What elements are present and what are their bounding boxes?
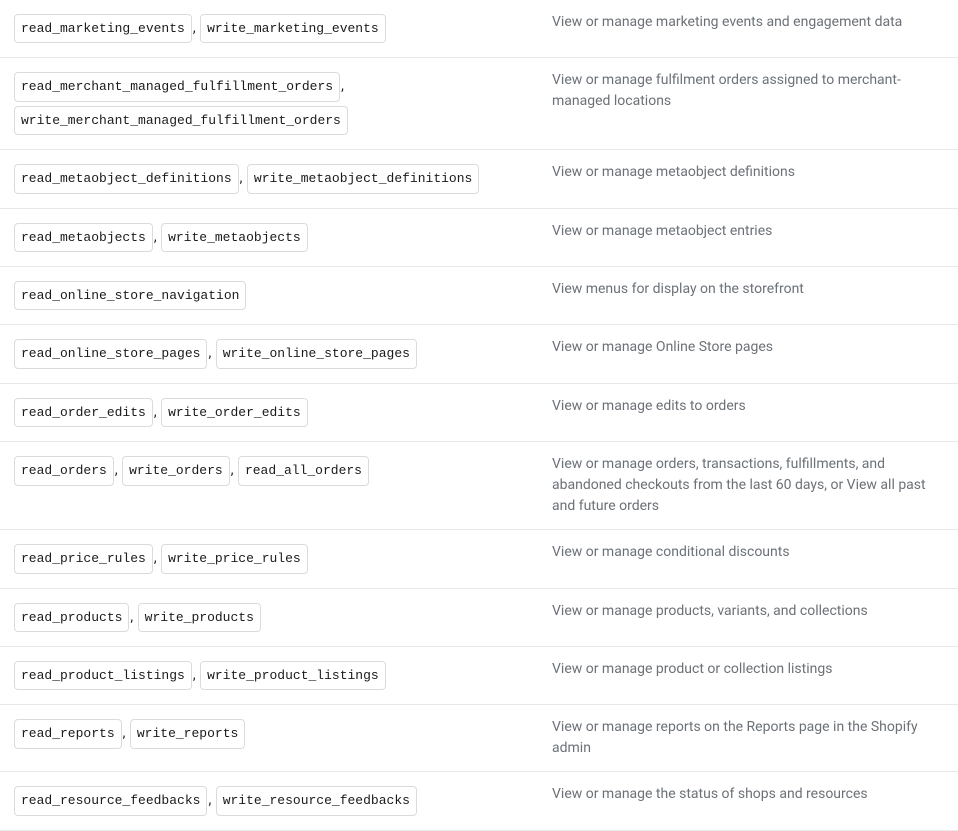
scope-tag: read_metaobjects: [14, 223, 153, 252]
separator: ,: [115, 462, 118, 478]
description-cell: View or manage product or collection lis…: [538, 646, 958, 704]
scopes-table: read_marketing_events, write_marketing_e…: [0, 0, 958, 831]
separator: ,: [231, 462, 234, 478]
scope-tag: write_product_listings: [200, 661, 386, 690]
separator: ,: [193, 667, 196, 683]
separator: ,: [240, 170, 243, 186]
table-row: read_merchant_managed_fulfillment_orders…: [0, 58, 958, 150]
scope-tag: write_order_edits: [161, 398, 308, 427]
scope-tag: read_resource_feedbacks: [14, 786, 207, 815]
scope-tag: read_metaobject_definitions: [14, 164, 239, 193]
description-cell: View or manage products, variants, and c…: [538, 588, 958, 646]
scope-tag: write_products: [138, 603, 261, 632]
description-cell: View or manage conditional discounts: [538, 530, 958, 588]
description-cell: View or manage reports on the Reports pa…: [538, 705, 958, 772]
scope-tag: read_merchant_managed_fulfillment_orders: [14, 72, 340, 101]
separator: ,: [123, 725, 126, 741]
separator: ,: [193, 20, 196, 36]
scope-tag: read_order_edits: [14, 398, 153, 427]
table-row: read_online_store_pages, write_online_st…: [0, 325, 958, 383]
separator: ,: [208, 792, 211, 808]
scope-tag: read_products: [14, 603, 129, 632]
description-cell: View or manage fulfilment orders assigne…: [538, 58, 958, 150]
scope-tag: write_marketing_events: [200, 14, 386, 43]
separator: ,: [154, 550, 157, 566]
scopes-cell: read_products, write_products: [0, 588, 538, 646]
scope-tag: write_resource_feedbacks: [216, 786, 417, 815]
scopes-cell: read_online_store_pages, write_online_st…: [0, 325, 538, 383]
table-row: read_reports, write_reportsView or manag…: [0, 705, 958, 772]
scope-tag: read_reports: [14, 719, 122, 748]
description-cell: View menus for display on the storefront: [538, 266, 958, 324]
scopes-cell: read_orders, write_orders, read_all_orde…: [0, 442, 538, 530]
description-cell: View or manage metaobject entries: [538, 208, 958, 266]
scopes-cell: read_merchant_managed_fulfillment_orders…: [0, 58, 538, 150]
table-row: read_metaobject_definitions, write_metao…: [0, 150, 958, 208]
separator: ,: [154, 404, 157, 420]
description-cell: View or manage orders, transactions, ful…: [538, 442, 958, 530]
scope-tag: read_marketing_events: [14, 14, 192, 43]
scope-tag: read_price_rules: [14, 544, 153, 573]
description-cell: View or manage Online Store pages: [538, 325, 958, 383]
scope-tag: write_orders: [122, 456, 230, 485]
scope-tag: write_online_store_pages: [216, 339, 417, 368]
scope-tag: write_metaobjects: [161, 223, 308, 252]
scopes-table-body: read_marketing_events, write_marketing_e…: [0, 0, 958, 830]
scope-tag: write_merchant_managed_fulfillment_order…: [14, 106, 348, 135]
scope-tag: read_all_orders: [238, 456, 369, 485]
scope-tag: write_metaobject_definitions: [247, 164, 479, 193]
table-row: read_metaobjects, write_metaobjectsView …: [0, 208, 958, 266]
table-row: read_price_rules, write_price_rulesView …: [0, 530, 958, 588]
scopes-cell: read_product_listings, write_product_lis…: [0, 646, 538, 704]
table-row: read_orders, write_orders, read_all_orde…: [0, 442, 958, 530]
description-cell: View or manage the status of shops and r…: [538, 772, 958, 830]
scopes-cell: read_reports, write_reports: [0, 705, 538, 772]
scopes-cell: read_metaobjects, write_metaobjects: [0, 208, 538, 266]
scopes-cell: read_metaobject_definitions, write_metao…: [0, 150, 538, 208]
separator: ,: [341, 78, 344, 94]
scope-tag: write_reports: [130, 719, 245, 748]
table-row: read_resource_feedbacks, write_resource_…: [0, 772, 958, 830]
table-row: read_online_store_navigation View menus f…: [0, 266, 958, 324]
scopes-cell: read_price_rules, write_price_rules: [0, 530, 538, 588]
table-row: read_order_edits, write_order_editsView …: [0, 383, 958, 441]
description-cell: View or manage marketing events and enga…: [538, 0, 958, 58]
table-row: read_products, write_productsView or man…: [0, 588, 958, 646]
description-cell: View or manage metaobject definitions: [538, 150, 958, 208]
description-cell: View or manage edits to orders: [538, 383, 958, 441]
scopes-cell: read_online_store_navigation: [0, 266, 538, 324]
separator: ,: [154, 229, 157, 245]
scope-tag: write_price_rules: [161, 544, 308, 573]
separator: ,: [130, 609, 133, 625]
scope-tag: read_product_listings: [14, 661, 192, 690]
scope-tag: read_online_store_navigation: [14, 281, 246, 310]
scopes-cell: read_marketing_events, write_marketing_e…: [0, 0, 538, 58]
scope-tag: read_online_store_pages: [14, 339, 207, 368]
table-row: read_marketing_events, write_marketing_e…: [0, 0, 958, 58]
scopes-cell: read_resource_feedbacks, write_resource_…: [0, 772, 538, 830]
separator: ,: [208, 345, 211, 361]
table-row: read_product_listings, write_product_lis…: [0, 646, 958, 704]
scopes-cell: read_order_edits, write_order_edits: [0, 383, 538, 441]
scope-tag: read_orders: [14, 456, 114, 485]
